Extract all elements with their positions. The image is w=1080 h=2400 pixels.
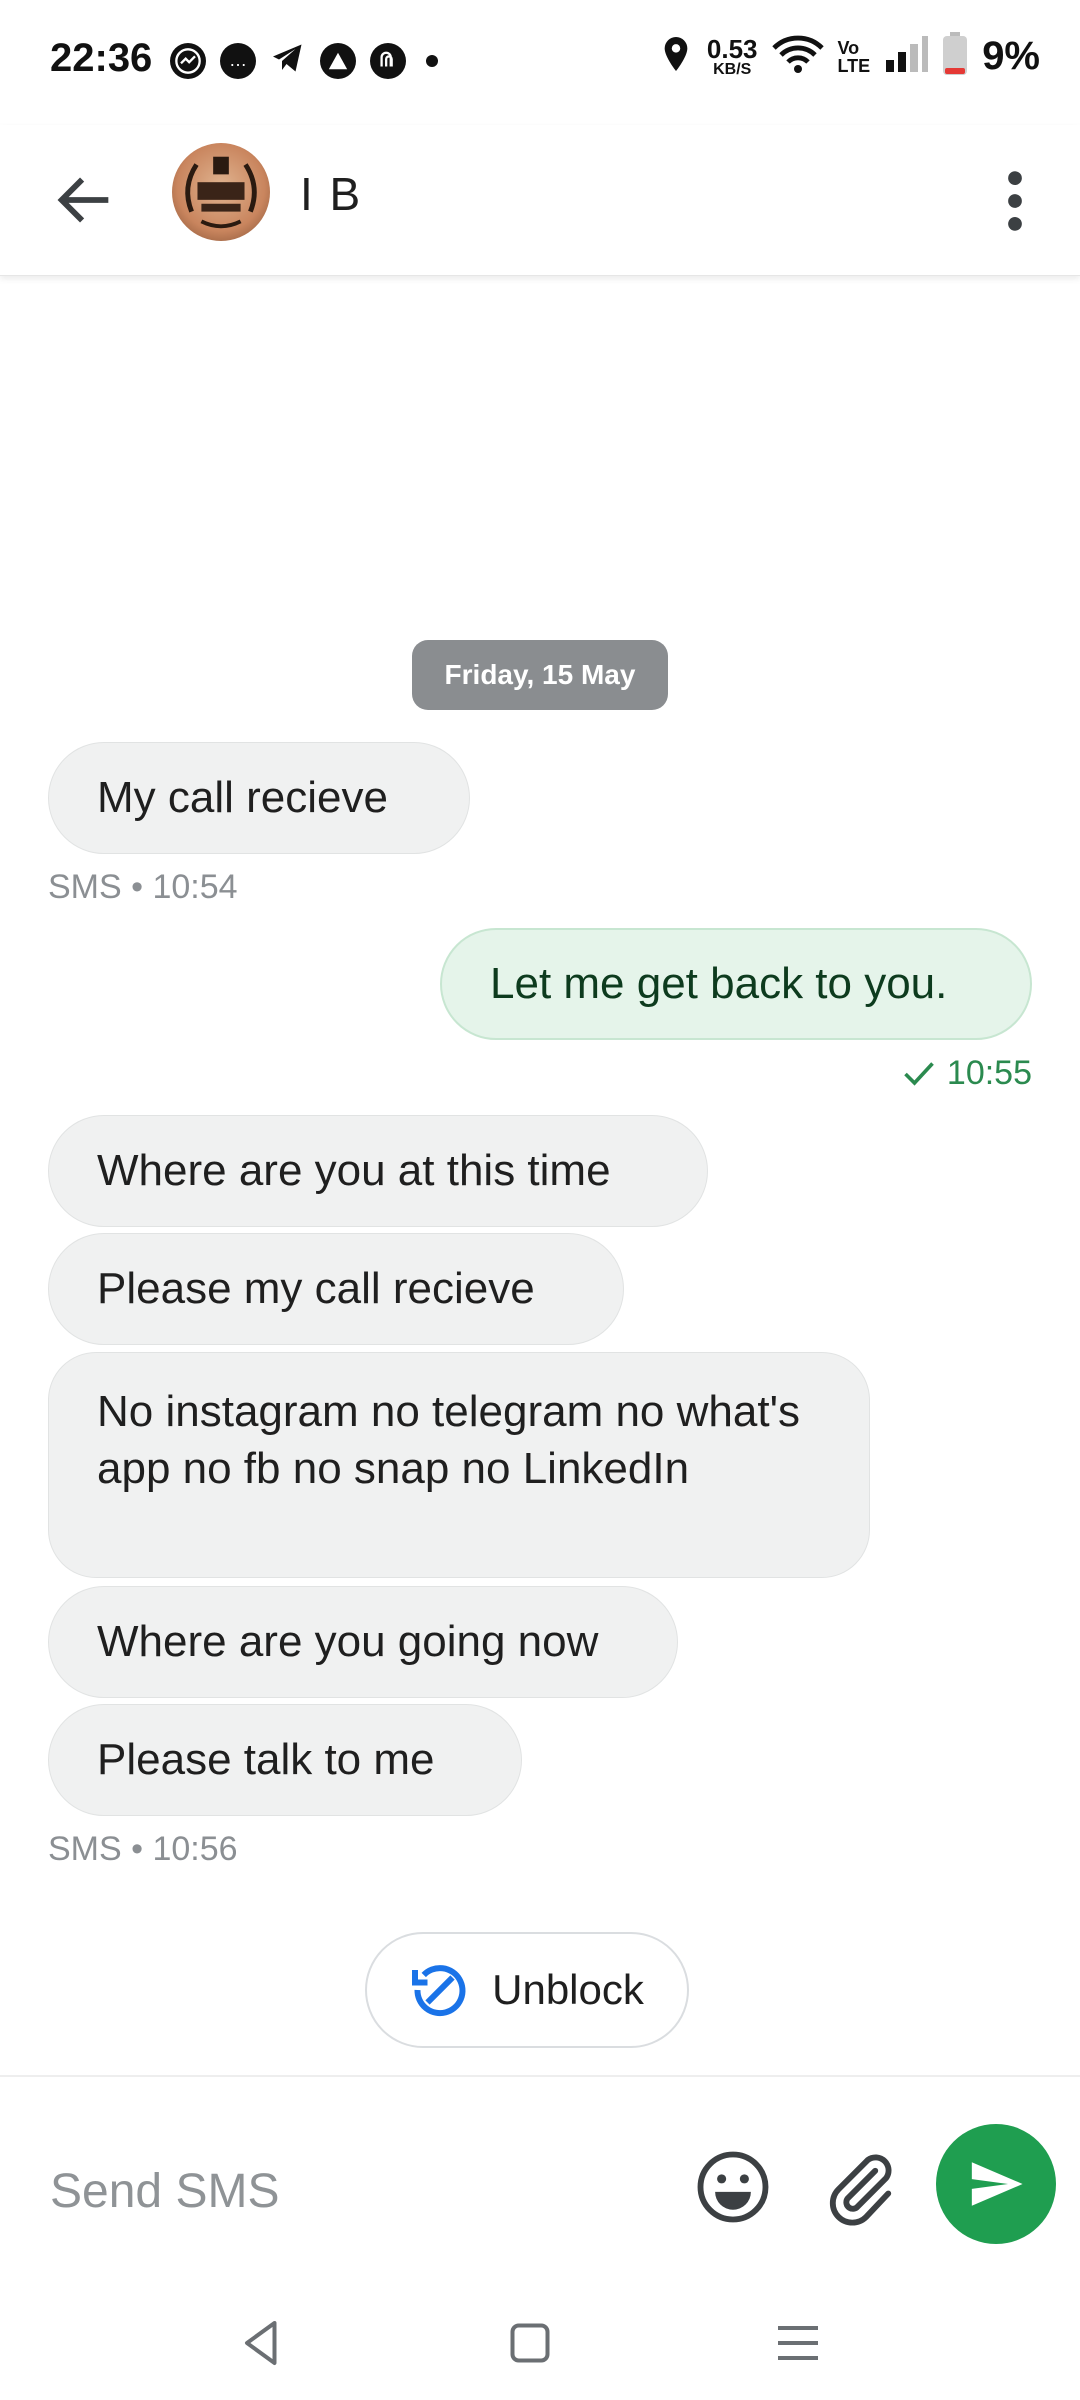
check-icon [904, 1061, 934, 1086]
more-options-button[interactable] [980, 161, 1050, 241]
more-notifications-dot [426, 54, 438, 67]
system-icons: 0.53 KB/S Vo LTE 9% [659, 32, 1040, 81]
arrow-left-icon [57, 177, 109, 223]
location-icon [659, 34, 693, 79]
conversation-header: I B [0, 125, 1080, 276]
nav-back-button[interactable] [232, 2313, 292, 2373]
nav-recents-button[interactable] [768, 2313, 828, 2373]
message-bubble-received[interactable]: Where are you going now [48, 1586, 678, 1698]
message-meta: SMS • 10:56 [48, 1830, 238, 1868]
sms-input[interactable] [48, 2150, 652, 2232]
chat-bubble-icon: … [220, 42, 256, 79]
unblock-icon [412, 1965, 466, 2017]
attach-button[interactable] [820, 2148, 898, 2226]
signal-icon [884, 36, 929, 77]
status-time: 22:36 [50, 36, 153, 80]
emoji-icon [697, 2151, 769, 2223]
app-logo-icon [370, 42, 406, 79]
volte-indicator: Vo LTE [837, 37, 871, 76]
nav-home-button[interactable] [500, 2313, 560, 2373]
date-separator: Friday, 15 May [412, 640, 668, 710]
sent-meta: 10:55 [901, 1054, 1032, 1093]
status-bar: 22:36 … 0.53 KB/S Vo LTE 9% [0, 0, 1080, 125]
wifi-icon [771, 34, 824, 79]
telegram-icon [270, 40, 306, 81]
sent-time: 10:55 [946, 1054, 1032, 1092]
message-bubble-sent[interactable]: Let me get back to you. [440, 928, 1032, 1040]
alert-icon [320, 42, 356, 79]
send-icon [971, 2162, 1023, 2206]
message-bubble-received[interactable]: Where are you at this time [48, 1115, 708, 1227]
battery-percent: 9% [982, 34, 1040, 78]
unblock-button[interactable]: Unblock [365, 1932, 689, 2048]
send-button[interactable] [936, 2124, 1056, 2244]
battery-icon [942, 32, 968, 81]
message-bubble-received[interactable]: No instagram no telegram no what's app n… [48, 1352, 870, 1578]
square-home-icon [510, 2323, 550, 2363]
contact-name[interactable]: I B [300, 167, 362, 221]
message-meta: SMS • 10:54 [48, 868, 238, 906]
menu-recents-icon [778, 2326, 818, 2360]
emoji-button[interactable] [694, 2148, 772, 2226]
notification-icons: … [170, 40, 438, 81]
back-button[interactable] [50, 165, 120, 235]
triangle-back-icon [245, 2321, 277, 2365]
compose-divider [0, 2075, 1080, 2077]
message-bubble-received[interactable]: Please talk to me [48, 1704, 522, 1816]
more-vert-icon [1008, 171, 1022, 231]
contact-avatar[interactable] [172, 143, 270, 241]
paperclip-icon [829, 2154, 892, 2226]
message-bubble-received[interactable]: Please my call recieve [48, 1233, 624, 1345]
emblem-icon [185, 156, 257, 229]
system-nav-bar [0, 2285, 1080, 2400]
messenger-icon [170, 42, 206, 79]
unblock-label: Unblock [492, 1966, 644, 2013]
message-bubble-received[interactable]: My call recieve [48, 742, 470, 854]
network-speed: 0.53 KB/S [706, 33, 758, 78]
